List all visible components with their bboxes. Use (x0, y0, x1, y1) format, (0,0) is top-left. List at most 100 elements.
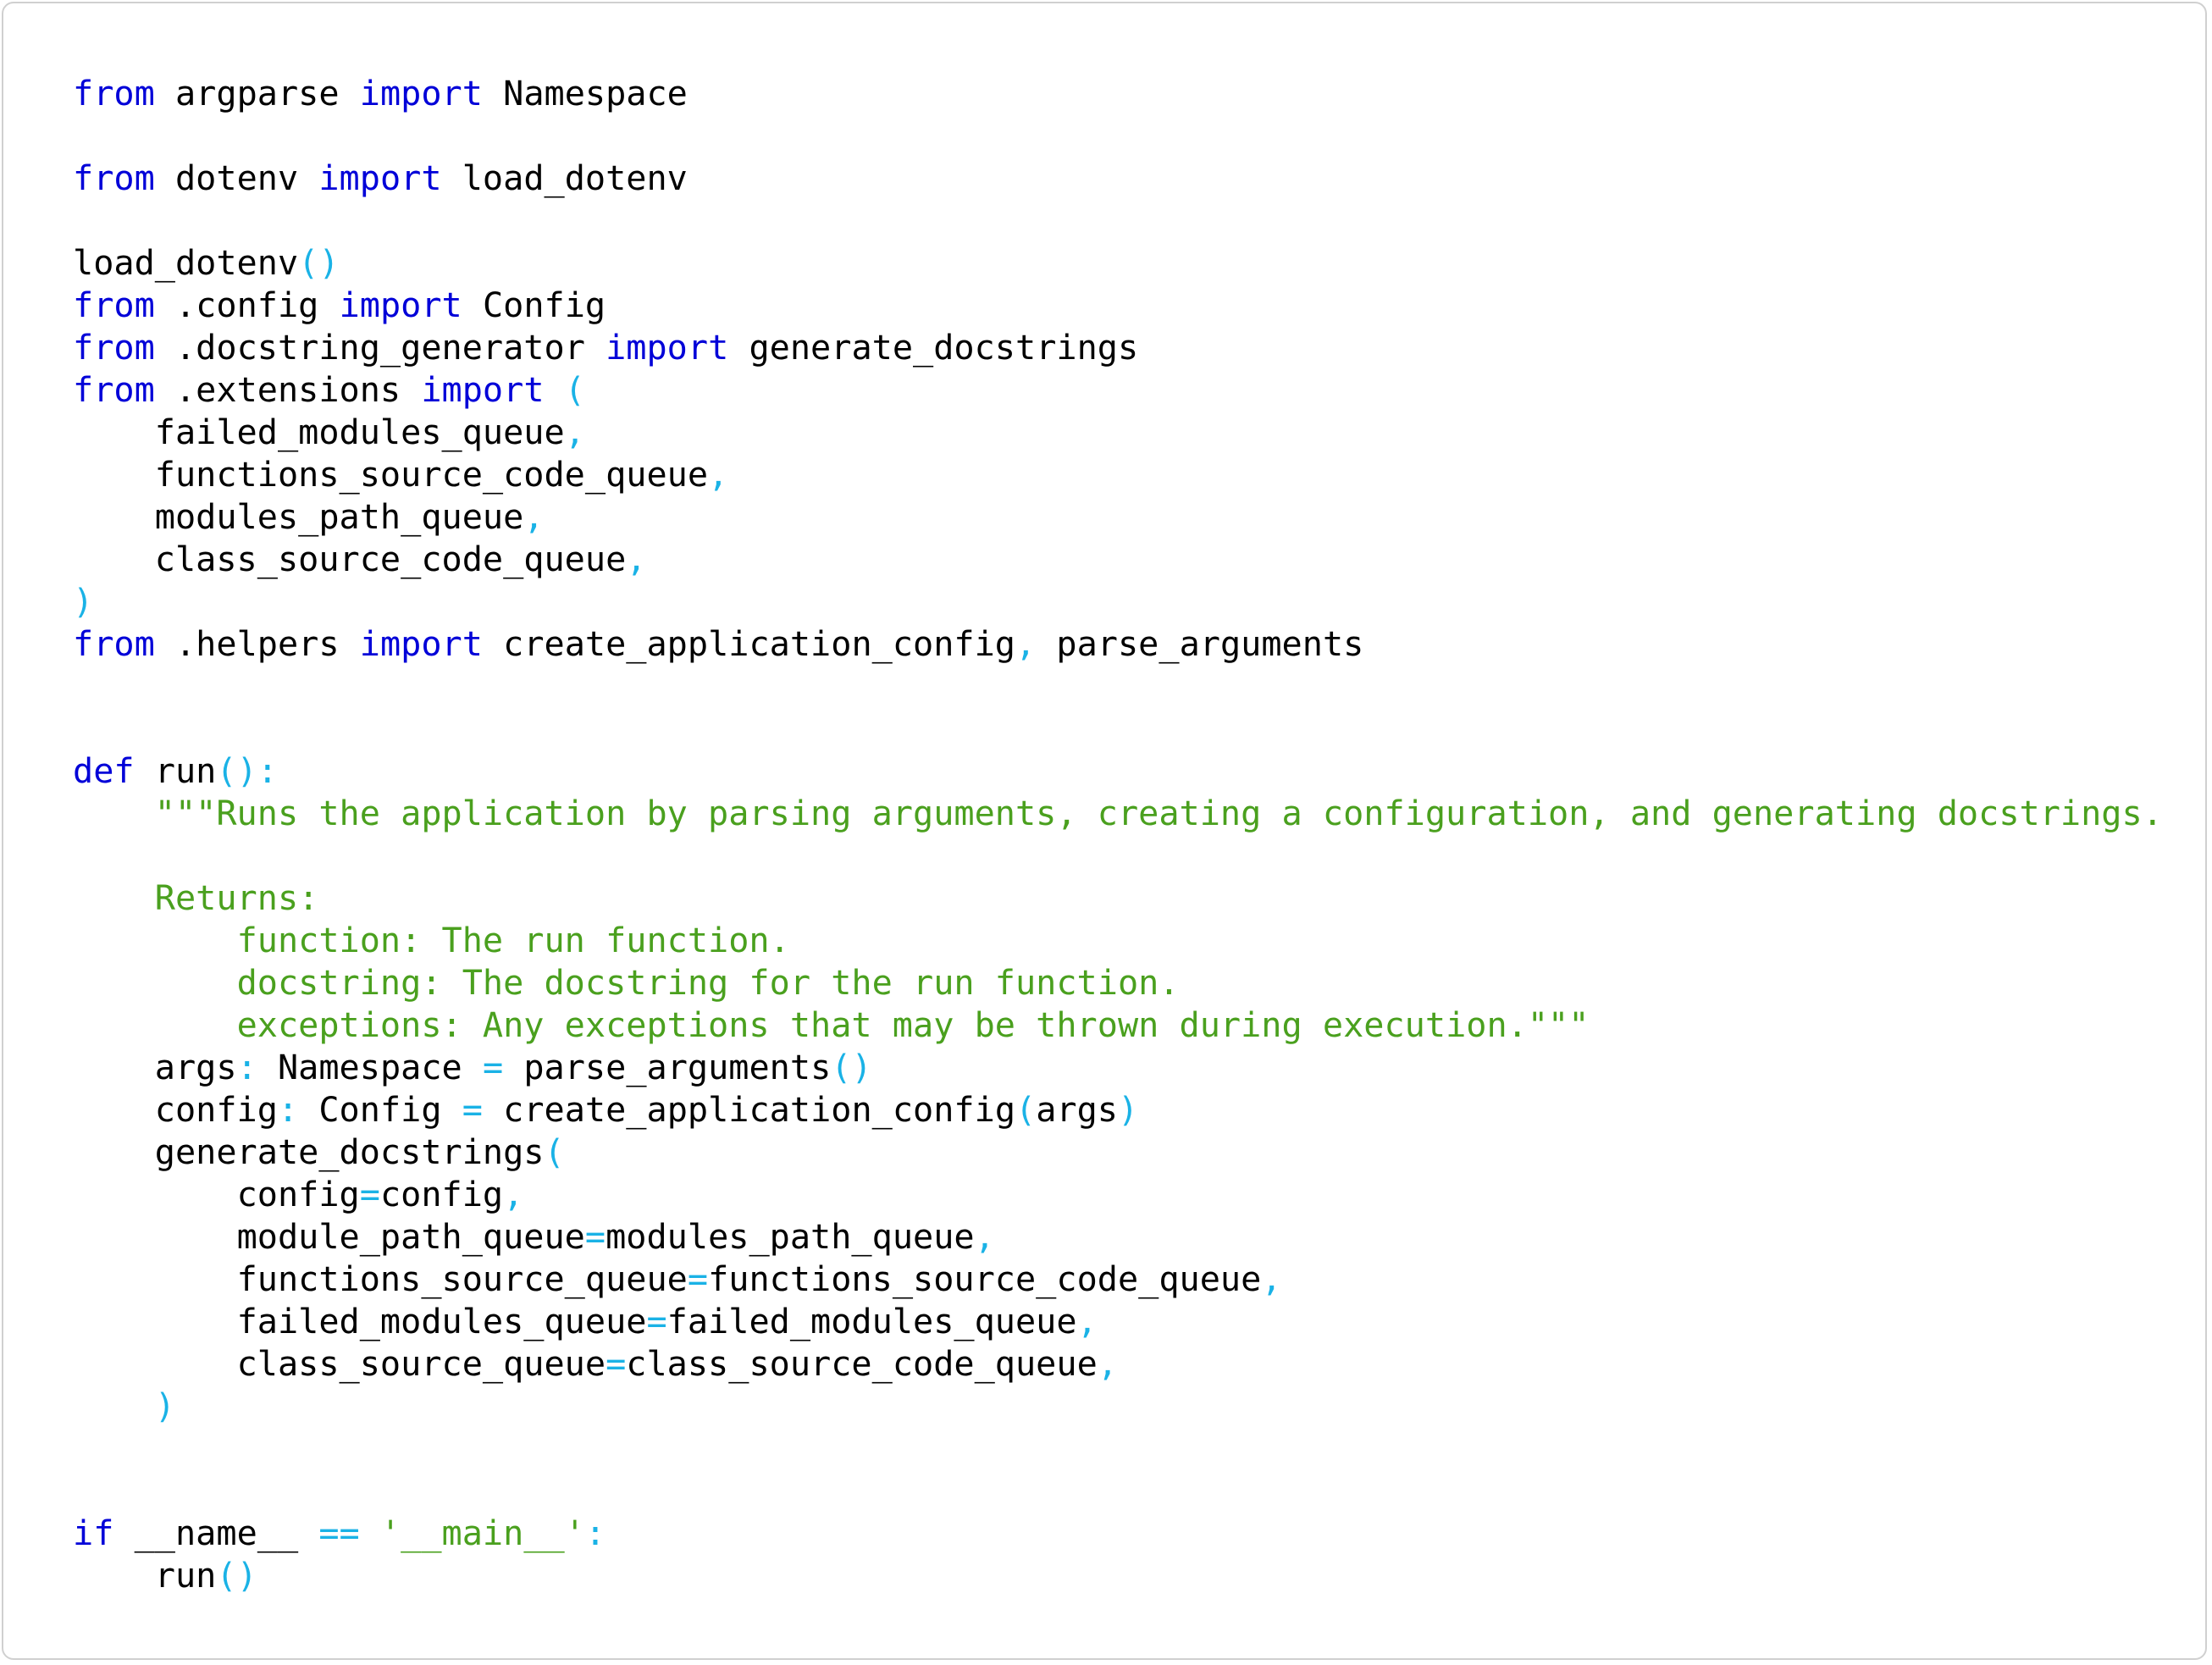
punctuation-token: , (974, 1218, 995, 1257)
punctuation-token: (): (216, 752, 278, 791)
identifier-token: run (154, 752, 217, 791)
code-line: config: Config = create_application_conf… (73, 1089, 2163, 1131)
punctuation-token: , (708, 456, 729, 495)
code-line: def run(): (73, 750, 2163, 793)
identifier-token: failed_modules_queue (236, 1303, 647, 1341)
code-line: if __name__ == '__main__': (73, 1513, 2163, 1555)
identifier-token: create_application_config (503, 625, 1015, 664)
identifier-token: parse_arguments (523, 1048, 832, 1087)
code-line: config=config, (73, 1174, 2163, 1216)
code-line: load_dotenv() (73, 242, 2163, 285)
keyword-token: import (359, 75, 483, 113)
punctuation-token: ) (154, 1387, 175, 1426)
code-line: from .docstring_generator import generat… (73, 327, 2163, 369)
keyword-token: from (73, 625, 155, 664)
identifier-token: create_application_config (503, 1091, 1016, 1130)
keyword-token: import (339, 286, 462, 325)
identifier-token: load_dotenv (73, 244, 299, 283)
code-line: from .extensions import ( (73, 369, 2163, 412)
punctuation-token: , (564, 413, 585, 452)
identifier-token: modules_path_queue (606, 1218, 975, 1257)
keyword-token: import (318, 159, 442, 198)
code-line: functions_source_queue=functions_source_… (73, 1258, 2163, 1301)
keyword-token: from (73, 371, 155, 410)
punctuation-token: = (646, 1303, 667, 1341)
string-token: """Runs the application by parsing argum… (154, 794, 2163, 833)
identifier-token: failed_modules_queue (666, 1303, 1077, 1341)
code-line: from argparse import Namespace (73, 73, 2163, 115)
identifier-token: Config (482, 286, 606, 325)
punctuation-token: : (236, 1048, 257, 1087)
identifier-token: .config (174, 286, 319, 325)
punctuation-token: = (606, 1345, 627, 1384)
string-token: exceptions: Any exceptions that may be t… (236, 1006, 1590, 1045)
punctuation-token: () (216, 1557, 257, 1596)
punctuation-token: = (462, 1091, 483, 1130)
identifier-token: Namespace (503, 75, 688, 113)
punctuation-token: , (1076, 1303, 1098, 1341)
string-token: Returns: (154, 879, 319, 918)
keyword-token: import (421, 371, 545, 410)
identifier-token: .extensions (174, 371, 401, 410)
string-token: '__main__' (379, 1514, 585, 1553)
identifier-token: config (236, 1175, 360, 1214)
code-line: ) (73, 581, 2163, 623)
punctuation-token: , (1261, 1260, 1282, 1299)
identifier-token: modules_path_queue (154, 498, 524, 537)
identifier-token: module_path_queue (236, 1218, 585, 1257)
identifier-token: __name__ (134, 1514, 299, 1553)
code-line: class_source_queue=class_source_code_que… (73, 1343, 2163, 1386)
code-line: ) (73, 1386, 2163, 1428)
punctuation-token: == (318, 1514, 360, 1553)
punctuation-token: () (298, 244, 340, 283)
identifier-token: argparse (174, 75, 340, 113)
code-line: exceptions: Any exceptions that may be t… (73, 1004, 2163, 1047)
identifier-token: .helpers (174, 625, 340, 664)
identifier-token: functions_source_code_queue (154, 456, 709, 495)
punctuation-token: ) (1118, 1091, 1139, 1130)
code-line: functions_source_code_queue, (73, 454, 2163, 496)
code-line: args: Namespace = parse_arguments() (73, 1047, 2163, 1089)
identifier-token: functions_source_queue (236, 1260, 688, 1299)
keyword-token: from (73, 329, 155, 368)
identifier-token: parse_arguments (1056, 625, 1364, 664)
code-line: module_path_queue=modules_path_queue, (73, 1216, 2163, 1258)
punctuation-token: , (523, 498, 545, 537)
identifier-token: config (379, 1175, 504, 1214)
identifier-token: class_source_queue (236, 1345, 606, 1384)
code-line: docstring: The docstring for the run fun… (73, 962, 2163, 1004)
identifier-token: functions_source_code_queue (708, 1260, 1262, 1299)
code-line: from .config import Config (73, 285, 2163, 327)
code-line: failed_modules_queue, (73, 412, 2163, 454)
